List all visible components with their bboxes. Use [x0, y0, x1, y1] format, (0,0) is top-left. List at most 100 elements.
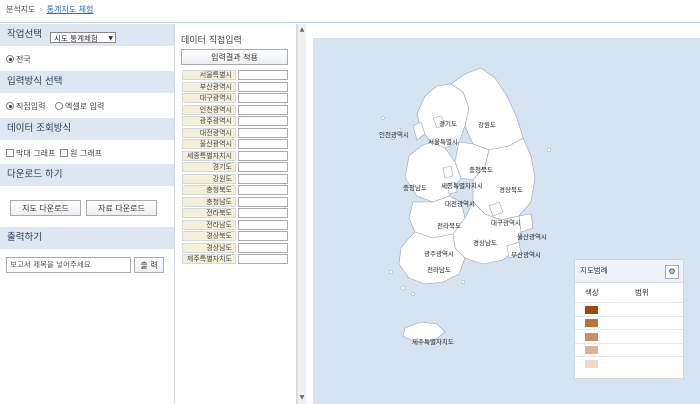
checkbox-icon[interactable] [6, 149, 14, 157]
legend-col-range: 범위 [635, 288, 649, 297]
region-value-input[interactable] [238, 219, 288, 230]
query-method-header: 데이터 조회방식 [0, 118, 174, 140]
input-method-title: 입력방식 선택 [7, 76, 63, 87]
print-header: 출력하기 [0, 227, 174, 249]
map-label-chungnam: 충청남도 [403, 184, 427, 192]
map-label-gyeonggi: 경기도 [439, 120, 457, 128]
map-label-gangwon: 강원도 [478, 121, 496, 129]
region-label: 제주특별자치도 [182, 254, 236, 264]
region-value-input[interactable] [238, 116, 288, 126]
radio-icon[interactable] [55, 102, 63, 110]
legend-col-color: 색상 [585, 288, 599, 297]
caret-down-icon: ▼ [108, 35, 113, 42]
legend-swatch [585, 346, 598, 354]
region-value-input[interactable] [238, 242, 288, 253]
legend-swatch [585, 359, 598, 368]
apply-results-button[interactable]: 입력결과 적용 [181, 49, 288, 65]
region-label: 세종특별자치시 [182, 150, 236, 161]
legend-swatch [585, 319, 598, 327]
breadcrumb-current[interactable]: 통계지도 체험 [47, 5, 94, 14]
radio-direct-input[interactable]: 직접입력 [6, 101, 45, 112]
radio-icon[interactable] [6, 55, 14, 63]
legend-title: 지도범례 [580, 266, 608, 275]
legend-swatch [585, 305, 598, 314]
region-value-input[interactable] [238, 208, 288, 218]
map-label-chungbuk: 충청북도 [469, 166, 493, 174]
task-title: 작업선택 [7, 29, 42, 40]
region-value-input[interactable] [238, 162, 288, 172]
map-label-gyeongnam: 경상남도 [473, 239, 497, 247]
map-label-busan: 부산광역시 [511, 251, 541, 259]
checkbox-icon[interactable] [60, 149, 68, 157]
region-label: 충청남도 [182, 196, 236, 207]
breadcrumb-root[interactable]: 분석지도 [6, 5, 35, 14]
radio-icon[interactable] [6, 102, 14, 110]
region-value-input[interactable] [238, 185, 288, 195]
region-value-input[interactable] [238, 196, 288, 207]
map-label-sejong: 세종특별자치시 [441, 182, 483, 190]
legend-row [575, 356, 683, 370]
region-label: 대전광역시 [182, 127, 236, 138]
divider [0, 22, 700, 23]
checkbox-pie-graph[interactable]: 원 그래프 [60, 148, 102, 159]
scroll-up-icon[interactable]: ▲ [298, 26, 306, 34]
map-label-ulsan: 울산광역시 [517, 233, 547, 241]
map-label-incheon: 인천광역시 [379, 131, 409, 139]
region-value-input[interactable] [238, 70, 288, 80]
task-select[interactable]: 시도 통계체험 ▼ [50, 32, 116, 43]
region-label: 인천광역시 [182, 104, 236, 115]
legend-row [575, 342, 683, 357]
legend-swatch [585, 332, 598, 341]
region-value-input[interactable] [238, 139, 288, 149]
report-title-input[interactable]: 보고서 제목을 넣어주세요 [6, 257, 131, 273]
breadcrumb: 분석지도 › 통계지도 체험 [6, 4, 93, 16]
region-value-input[interactable] [238, 93, 288, 103]
region-value-input[interactable] [238, 150, 288, 161]
map-legend: 지도범례 ⚙ 색상 범위 [574, 259, 684, 379]
download-title: 다운로드 하기 [7, 169, 63, 180]
map-label-jeonbuk: 전라북도 [437, 222, 461, 230]
print-title: 출력하기 [7, 232, 42, 243]
map-label-gwangju: 광주광역시 [424, 250, 454, 258]
region-label: 전라북도 [182, 208, 236, 218]
region-label: 광주광역시 [182, 116, 236, 126]
map-label-gyeongbuk: 경상북도 [499, 186, 523, 194]
left-panel: 작업선택 시도 통계체험 ▼ 전국 입력방식 선택 직접입력 엑셀로 입력 데이… [0, 24, 175, 404]
bar-graph-label: 막대 그래프 [16, 149, 56, 158]
region-label: 부산광역시 [182, 81, 236, 92]
region-label: 강원도 [182, 173, 236, 184]
direct-input-title: 데이터 직접입력 [181, 36, 242, 46]
legend-columns: 색상 범위 [575, 285, 683, 299]
region-value-input[interactable] [238, 127, 288, 138]
region-label: 경상북도 [182, 231, 236, 241]
input-method-header: 입력방식 선택 [0, 71, 174, 93]
vertical-scrollbar[interactable]: ▲ ▼ [297, 24, 306, 404]
legend-row [575, 329, 683, 343]
gear-icon[interactable]: ⚙ [665, 265, 679, 279]
region-sejong [442, 165, 454, 179]
region-value-input[interactable] [238, 104, 288, 115]
checkbox-bar-graph[interactable]: 막대 그래프 [6, 148, 55, 159]
region-value-input[interactable] [238, 173, 288, 184]
legend-row [575, 315, 683, 330]
region-label: 전라남도 [182, 219, 236, 230]
region-label: 서울특별시 [182, 70, 236, 80]
radio-excel-label: 엑셀로 입력 [65, 102, 105, 111]
scroll-down-icon[interactable]: ▼ [298, 394, 306, 402]
region-label: 대구광역시 [182, 93, 236, 103]
data-download-button[interactable]: 자료 다운로드 [86, 200, 157, 216]
pie-graph-label: 원 그래프 [70, 149, 102, 158]
map-download-button[interactable]: 지도 다운로드 [10, 200, 81, 216]
region-value-input[interactable] [238, 81, 288, 92]
chevron-right-icon: › [39, 5, 43, 14]
radio-excel-input[interactable]: 엑셀로 입력 [55, 101, 104, 112]
task-select-value: 시도 통계체험 [54, 34, 98, 43]
download-header: 다운로드 하기 [0, 164, 174, 186]
region-value-input[interactable] [238, 254, 288, 264]
print-button[interactable]: 출 력 [134, 257, 164, 273]
map-label-daegu: 대구광역시 [491, 219, 521, 227]
map-label-daejeon: 대전광역시 [445, 200, 475, 208]
region-value-input[interactable] [238, 231, 288, 241]
legend-row [575, 302, 683, 316]
radio-nationwide[interactable]: 전국 [6, 54, 31, 65]
